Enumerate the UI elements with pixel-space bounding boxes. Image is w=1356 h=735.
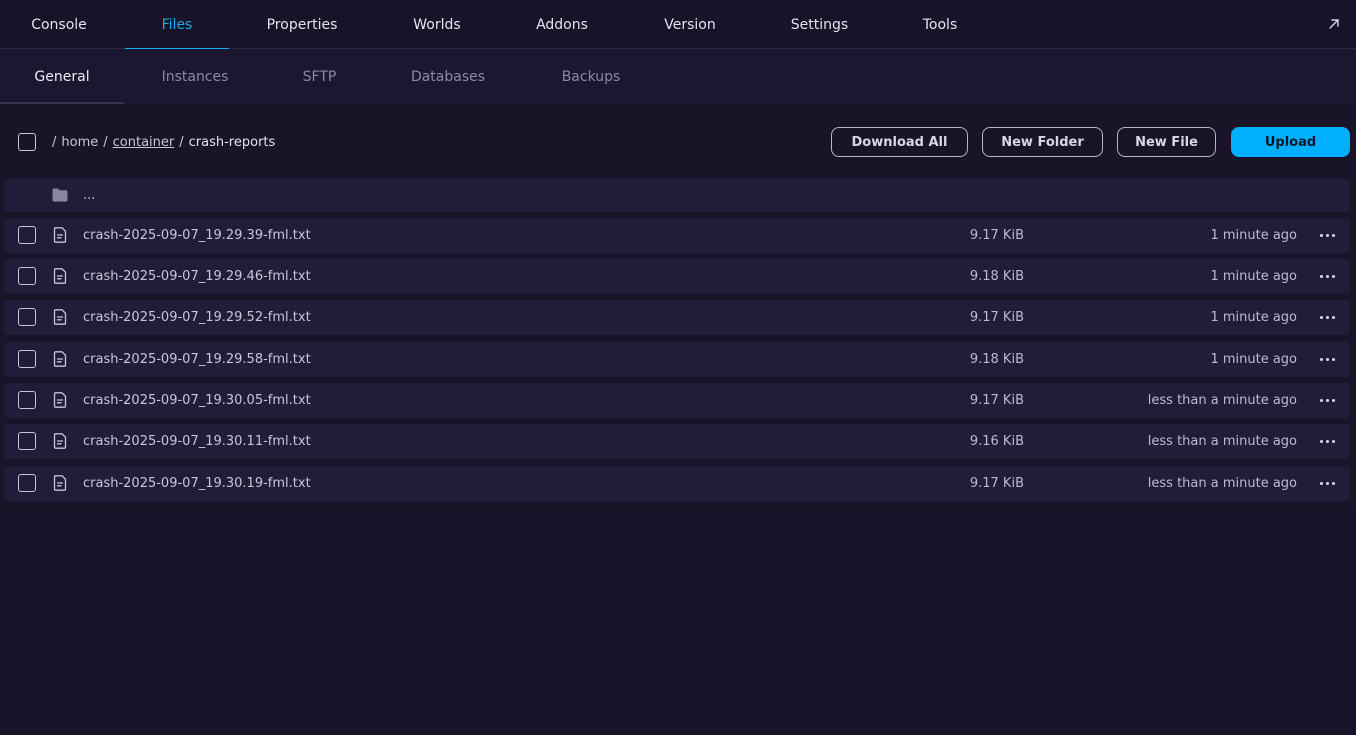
breadcrumb-home: home [61,134,99,150]
row-checkbox[interactable] [18,474,36,492]
more-options-icon[interactable] [1318,267,1336,285]
table-row[interactable]: crash-2025-09-07_19.29.52-fml.txt 9.17 K… [4,300,1350,335]
download-all-button[interactable]: Download All [831,127,968,157]
row-checkbox[interactable] [18,226,36,244]
subtab-general[interactable]: General [0,49,124,104]
file-text-icon [51,432,69,450]
file-text-icon [51,308,69,326]
row-checkbox[interactable] [18,432,36,450]
new-folder-button[interactable]: New Folder [982,127,1103,157]
breadcrumb-current: crash-reports [188,134,276,150]
file-text-icon [51,391,69,409]
subtab-sftp[interactable]: SFTP [266,49,373,104]
file-name[interactable]: crash-2025-09-07_19.30.11-fml.txt [83,424,311,459]
breadcrumb-container-link[interactable]: container [113,135,175,150]
more-options-icon[interactable] [1318,308,1336,326]
tab-console[interactable]: Console [0,0,118,49]
file-modified: 1 minute ago [1210,269,1297,284]
row-checkbox[interactable] [18,350,36,368]
file-browser: / home / container / crash-reports Downl… [0,104,1356,514]
file-modified: 1 minute ago [1210,228,1297,243]
select-all-checkbox[interactable] [18,133,36,151]
file-modified: 1 minute ago [1210,352,1297,367]
new-file-button[interactable]: New File [1117,127,1216,157]
row-checkbox[interactable] [18,391,36,409]
breadcrumb-separator: / [179,134,184,150]
folder-icon [51,186,69,204]
file-size: 9.18 KiB [969,269,1024,284]
tab-tools[interactable]: Tools [884,0,996,49]
file-name[interactable]: crash-2025-09-07_19.29.58-fml.txt [83,342,311,377]
file-name[interactable]: crash-2025-09-07_19.29.39-fml.txt [83,218,311,253]
parent-directory-row[interactable]: ... [4,179,1350,212]
file-text-icon [51,267,69,285]
more-options-icon[interactable] [1318,226,1336,244]
table-row[interactable]: crash-2025-09-07_19.29.39-fml.txt 9.17 K… [4,218,1350,253]
file-modified: less than a minute ago [1147,476,1297,491]
file-name[interactable]: crash-2025-09-07_19.30.19-fml.txt [83,466,311,501]
tab-settings[interactable]: Settings [762,0,877,49]
breadcrumb-separator: / [52,134,57,150]
file-modified: less than a minute ago [1147,393,1297,408]
upload-button[interactable]: Upload [1231,127,1350,157]
table-row[interactable]: crash-2025-09-07_19.29.46-fml.txt 9.18 K… [4,259,1350,294]
table-row[interactable]: crash-2025-09-07_19.30.11-fml.txt 9.16 K… [4,424,1350,459]
subtab-instances[interactable]: Instances [131,49,259,104]
breadcrumb: / home / container / crash-reports [52,133,275,151]
parent-directory-label: ... [83,188,96,203]
table-row[interactable]: crash-2025-09-07_19.29.58-fml.txt 9.18 K… [4,342,1350,377]
file-text-icon [51,350,69,368]
more-options-icon[interactable] [1318,391,1336,409]
file-size: 9.17 KiB [969,476,1024,491]
row-checkbox[interactable] [18,267,36,285]
more-options-icon[interactable] [1318,432,1336,450]
tab-files[interactable]: Files [125,0,229,50]
tab-properties[interactable]: Properties [236,0,368,49]
tab-version[interactable]: Version [625,0,755,49]
file-name[interactable]: crash-2025-09-07_19.29.52-fml.txt [83,300,311,335]
more-options-icon[interactable] [1318,474,1336,492]
popout-arrow-icon[interactable] [1324,14,1344,34]
file-size: 9.17 KiB [969,310,1024,325]
top-navigation: Console Files Properties Worlds Addons V… [0,0,1356,50]
breadcrumb-separator: / [103,134,108,150]
file-modified: 1 minute ago [1210,310,1297,325]
subtab-databases[interactable]: Databases [380,49,516,104]
more-options-icon[interactable] [1318,350,1336,368]
file-modified: less than a minute ago [1147,434,1297,449]
sub-navigation: General Instances SFTP Databases Backups [0,49,1356,104]
file-name[interactable]: crash-2025-09-07_19.30.05-fml.txt [83,383,311,418]
file-text-icon [51,226,69,244]
row-checkbox[interactable] [18,308,36,326]
file-size: 9.18 KiB [969,352,1024,367]
table-row[interactable]: crash-2025-09-07_19.30.05-fml.txt 9.17 K… [4,383,1350,418]
table-row[interactable]: crash-2025-09-07_19.30.19-fml.txt 9.17 K… [4,466,1350,501]
file-size: 9.16 KiB [969,434,1024,449]
file-name[interactable]: crash-2025-09-07_19.29.46-fml.txt [83,259,311,294]
file-size: 9.17 KiB [969,393,1024,408]
subtab-backups[interactable]: Backups [523,49,659,104]
tab-addons[interactable]: Addons [506,0,618,49]
file-text-icon [51,474,69,492]
file-size: 9.17 KiB [969,228,1024,243]
tab-worlds[interactable]: Worlds [375,0,499,49]
